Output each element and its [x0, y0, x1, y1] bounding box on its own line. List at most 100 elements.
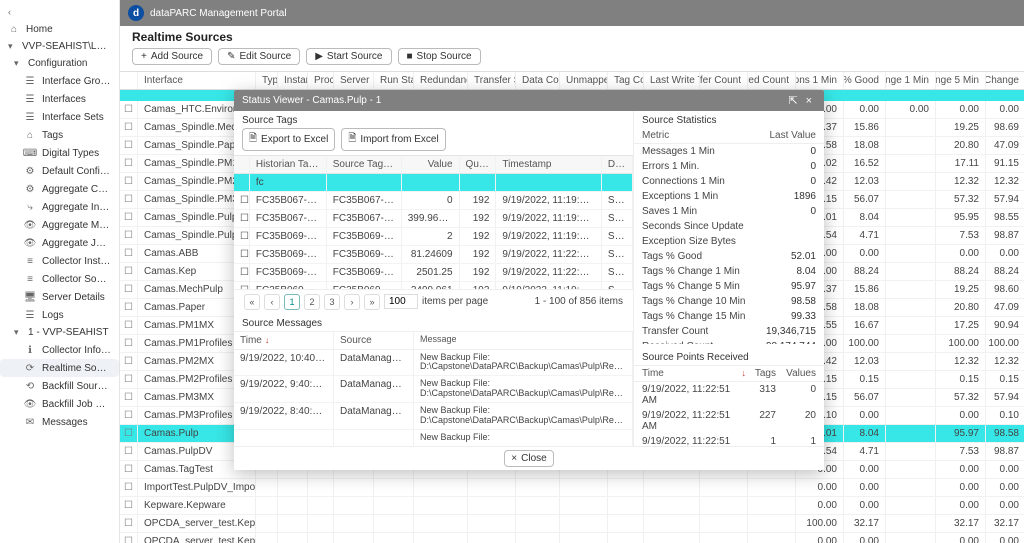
- tags-header-cell[interactable]: Data Type: [602, 156, 633, 173]
- tag-row[interactable]: ☐FC35B069-MODFC35B069-MOD21929/19/2022, …: [234, 228, 633, 246]
- tag-row[interactable]: ☐FC35B069-OPFC35B069-OP81.246091929/19/2…: [234, 246, 633, 264]
- modal-pin-icon[interactable]: ⇱: [784, 94, 801, 107]
- sidebar-item-interfaces[interactable]: ☰Interfaces: [0, 90, 119, 108]
- grid-header-cell[interactable]: Tag Count: [608, 72, 644, 89]
- sidebar-item-server-details[interactable]: 🖥Server Details: [0, 288, 119, 306]
- spr-row[interactable]: 9/19/2022, 11:22:51 AM22720: [634, 408, 824, 434]
- row-expand-icon[interactable]: ☐: [120, 281, 138, 298]
- message-row[interactable]: New Backup File:: [234, 430, 633, 446]
- grid-header-cell[interactable]: Server Name: [334, 72, 374, 89]
- sidebar-item-tags[interactable]: ⌂Tags: [0, 126, 119, 144]
- sidebar-item-backfill-sources[interactable]: ⟲Backfill Sources: [0, 377, 119, 395]
- sidebar-item-logs[interactable]: ☰Logs: [0, 306, 119, 324]
- stop-source-button[interactable]: ■Stop Source: [398, 48, 481, 65]
- grid-header-cell[interactable]: Exceptions 1 Min: [796, 72, 844, 89]
- row-expand-icon[interactable]: ☐: [120, 461, 138, 478]
- sidebar-item-default-configuration[interactable]: ⚙Default Configuration: [0, 162, 119, 180]
- sidebar-item-digital-types[interactable]: ⌨Digital Types: [0, 144, 119, 162]
- start-source-button[interactable]: ▶Start Source: [306, 48, 391, 65]
- sidebar-item-aggregate-monitor[interactable]: 👁Aggregate Monitor: [0, 216, 119, 234]
- row-expand-icon[interactable]: ☐: [120, 191, 138, 208]
- tag-row[interactable]: ☐FC35B067-PVFC35B067-PV01929/19/2022, 11…: [234, 192, 633, 210]
- tags-header-cell[interactable]: [234, 156, 250, 173]
- message-row[interactable]: 9/19/2022, 8:40:06 AMDataManagementNew B…: [234, 403, 633, 430]
- sidebar-item-aggregate-interfaces[interactable]: ⤷Aggregate Interfaces: [0, 198, 119, 216]
- tp-first[interactable]: «: [244, 294, 260, 310]
- sidebar-item-collector-instances[interactable]: ≡Collector Instances: [0, 252, 119, 270]
- message-row[interactable]: 9/19/2022, 10:40:08 AMDataManagementNew …: [234, 350, 633, 377]
- row-expand-icon[interactable]: ☐: [120, 155, 138, 172]
- tags-header-cell[interactable]: Historian TagName↑: [250, 156, 327, 173]
- msg-header-cell[interactable]: Time↓: [234, 332, 334, 349]
- grid-header-cell[interactable]: Instance: [278, 72, 308, 89]
- grid-header-cell[interactable]: % Change 1 Min: [886, 72, 936, 89]
- sidebar-tree-root[interactable]: ▾VVP-SEAHIST\Local Historian: [0, 38, 119, 55]
- tp-3[interactable]: 3: [324, 294, 340, 310]
- tp-last[interactable]: »: [364, 294, 380, 310]
- row-expand-icon[interactable]: ☐: [120, 515, 138, 532]
- row-expand-icon[interactable]: ☐: [120, 317, 138, 334]
- row-expand-icon[interactable]: ☐: [120, 371, 138, 388]
- row-expand-icon[interactable]: ☐: [120, 227, 138, 244]
- sidebar-item-aggregate-configuration[interactable]: ⚙Aggregate Configuration: [0, 180, 119, 198]
- row-expand-icon[interactable]: ☐: [120, 389, 138, 406]
- row-expand-icon[interactable]: ☐: [120, 209, 138, 226]
- row-expand-icon[interactable]: ☐: [120, 479, 138, 496]
- msg-header-cell[interactable]: Source: [334, 332, 414, 349]
- grid-header-cell[interactable]: % Change: [986, 72, 1024, 89]
- grid-header-cell[interactable]: % Change 5 Min: [936, 72, 986, 89]
- sidebar-item-collector-sources[interactable]: ≡Collector Sources: [0, 270, 119, 288]
- row-expand-icon[interactable]: ☐: [120, 173, 138, 190]
- row-expand-icon[interactable]: ☐: [120, 497, 138, 514]
- tags-header-cell[interactable]: Source TagName: [327, 156, 402, 173]
- row-expand-icon[interactable]: ☐: [120, 137, 138, 154]
- row-expand-icon[interactable]: ☐: [120, 425, 138, 442]
- sidebar-server[interactable]: ▾1 - VVP-SEAHIST: [0, 324, 119, 341]
- sidebar-item-interface-sets[interactable]: ☰Interface Sets: [0, 108, 119, 126]
- sidebar-item-collector-information[interactable]: ℹCollector Information: [0, 341, 119, 359]
- grid-header-cell[interactable]: Transfer Count: [700, 72, 748, 89]
- sidebar-item-interface-groups[interactable]: ☰Interface Groups: [0, 72, 119, 90]
- tp-prev[interactable]: ‹: [264, 294, 280, 310]
- sidebar-item-realtime-sources[interactable]: ⟳Realtime Sources: [0, 359, 119, 377]
- sidebar-collapse[interactable]: ‹: [0, 4, 119, 20]
- row-expand-icon[interactable]: ☐: [120, 353, 138, 370]
- modal-close-icon[interactable]: ×: [802, 95, 816, 107]
- sidebar-item-messages[interactable]: ✉Messages: [0, 413, 119, 431]
- spr-row[interactable]: 9/19/2022, 11:22:51 AM11: [634, 434, 824, 446]
- grid-header-cell[interactable]: Unmapped Tags: [560, 72, 608, 89]
- grid-header-cell[interactable]: Transfer Status: [468, 72, 516, 89]
- sidebar-home[interactable]: ⌂Home: [0, 20, 119, 38]
- tags-header-cell[interactable]: Timestamp: [496, 156, 602, 173]
- row-expand-icon[interactable]: ☐: [120, 533, 138, 543]
- grid-header-cell[interactable]: [120, 72, 138, 89]
- grid-header-cell[interactable]: Received Count: [748, 72, 796, 89]
- grid-header-cell[interactable]: Run Status: [374, 72, 414, 89]
- modal-close-button[interactable]: × Close: [504, 450, 553, 467]
- add-source-button[interactable]: +Add Source: [132, 48, 212, 65]
- grid-header-cell[interactable]: Data Collector: [516, 72, 560, 89]
- table-row[interactable]: ☐ImportTest.PulpDV_ImportTest0.000.000.0…: [120, 479, 1024, 497]
- tags-header-cell[interactable]: Value: [402, 156, 460, 173]
- tag-row[interactable]: ☐FC35B067-SPFC35B067-SP399.960941929/19/…: [234, 210, 633, 228]
- tp-2[interactable]: 2: [304, 294, 320, 310]
- row-expand-icon[interactable]: ☐: [120, 407, 138, 424]
- export-excel-button[interactable]: 🗎Export to Excel: [242, 128, 335, 151]
- row-expand-icon[interactable]: ☐: [120, 335, 138, 352]
- table-row[interactable]: ☐OPCDA_server_test.Kepware100.0032.1732.…: [120, 515, 1024, 533]
- row-expand-icon[interactable]: ☐: [120, 299, 138, 316]
- grid-header-cell[interactable]: Last Write Time: [644, 72, 700, 89]
- sidebar-item-backfill-job-monitor[interactable]: 👁Backfill Job Monitor: [0, 395, 119, 413]
- grid-header-cell[interactable]: Redundancy Status: [414, 72, 468, 89]
- row-expand-icon[interactable]: ☐: [120, 443, 138, 460]
- tags-filter-input[interactable]: fc: [256, 177, 264, 188]
- grid-header-cell[interactable]: Interface: [138, 72, 256, 89]
- tp-1[interactable]: 1: [284, 294, 300, 310]
- sidebar-config[interactable]: ▾Configuration: [0, 55, 119, 72]
- tags-header-cell[interactable]: Quality: [460, 156, 497, 173]
- table-row[interactable]: ☐Kepware.Kepware0.000.000.000.00: [120, 497, 1024, 515]
- sidebar-item-aggregate-job-monitor[interactable]: 👁Aggregate Job Monitor: [0, 234, 119, 252]
- row-expand-icon[interactable]: ☐: [120, 263, 138, 280]
- row-expand-icon[interactable]: ☐: [120, 119, 138, 136]
- row-expand-icon[interactable]: ☐: [120, 101, 138, 118]
